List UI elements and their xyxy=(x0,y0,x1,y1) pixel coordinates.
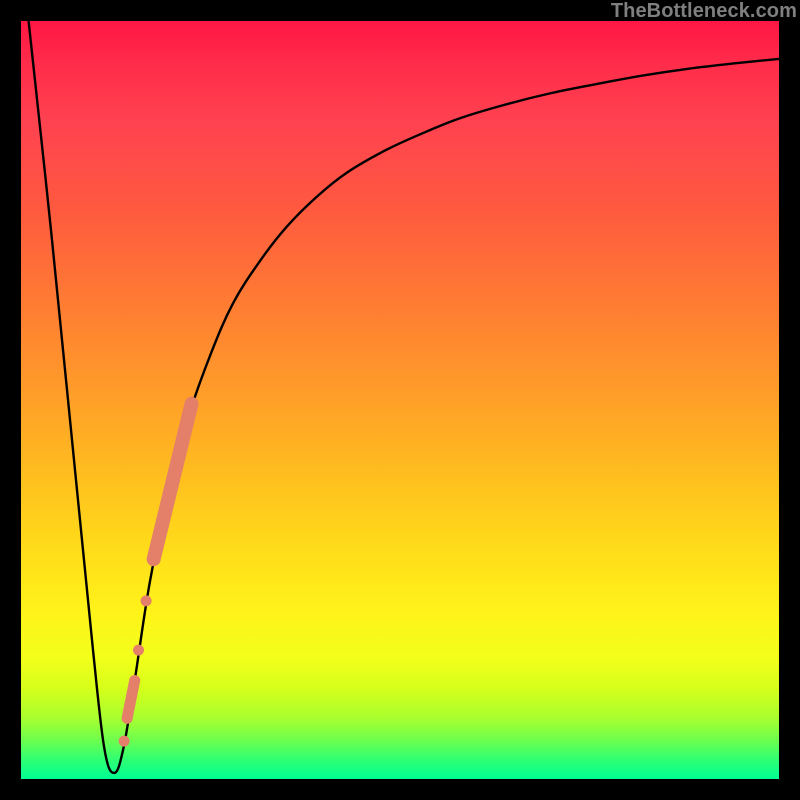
background-gradient xyxy=(21,21,779,779)
chart-frame: TheBottleneck.com xyxy=(0,0,800,800)
watermark-text: TheBottleneck.com xyxy=(611,0,797,23)
plot-area xyxy=(21,21,779,779)
